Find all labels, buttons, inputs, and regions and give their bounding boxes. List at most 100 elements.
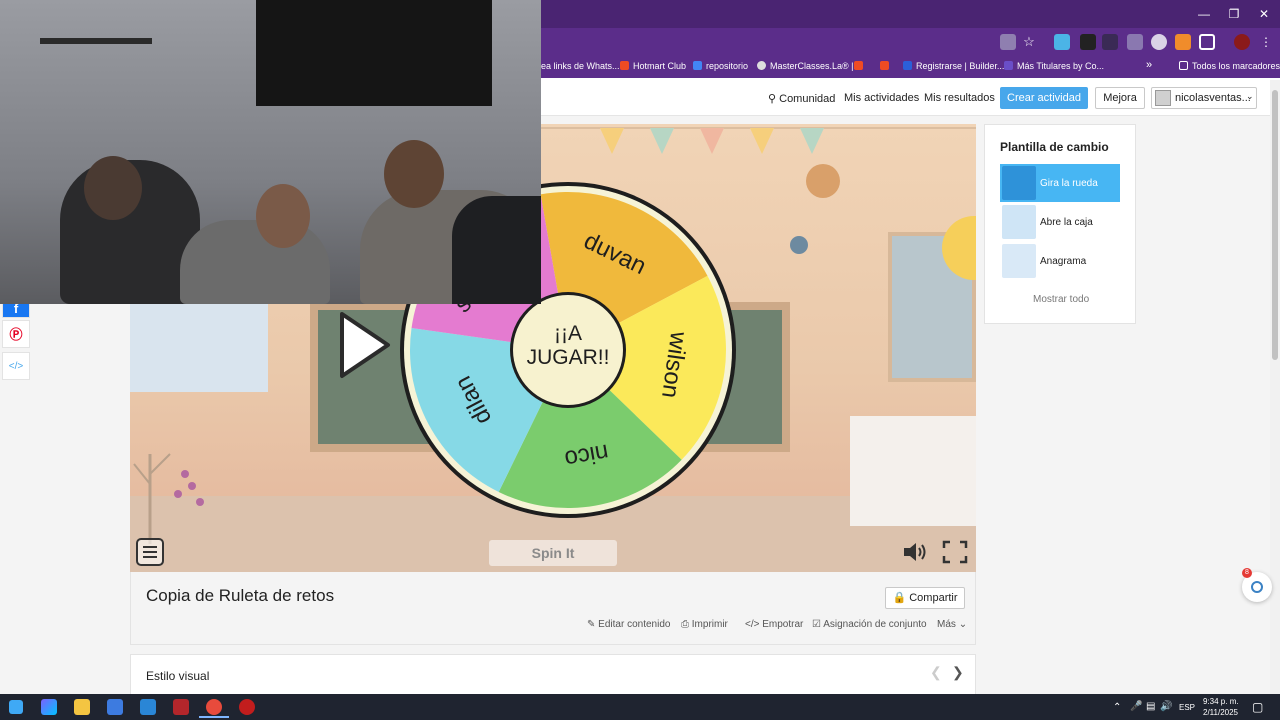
extensions-puzzle-icon[interactable] — [1199, 34, 1215, 50]
app-icon[interactable] — [239, 699, 255, 715]
chevron-down-icon: ⌄ — [958, 619, 968, 630]
star-icon[interactable]: ☆ — [1021, 34, 1037, 50]
menu-icon[interactable] — [136, 538, 164, 566]
bookmark-item[interactable]: MasterClasses.La® |... — [757, 61, 861, 71]
bookmark-item[interactable]: ea links de Whats... — [541, 61, 620, 71]
create-activity-button[interactable]: Crear actividad — [1000, 87, 1088, 109]
chat-icon — [1251, 581, 1263, 593]
more-link[interactable]: Más ⌄ — [937, 619, 967, 630]
template-item-anagram[interactable]: Anagrama — [1000, 242, 1120, 280]
nav-my-activities[interactable]: Mis actividades — [844, 92, 919, 104]
copilot-icon[interactable] — [41, 699, 57, 715]
activity-info-panel — [130, 572, 976, 645]
box-template-icon — [1002, 205, 1036, 239]
bookmark-item[interactable]: repositorio — [693, 61, 748, 71]
template-item-open-box[interactable]: Abre la caja — [1000, 203, 1120, 241]
wheel-template-icon — [1002, 166, 1036, 200]
bookmark-item[interactable]: Más Titulares by Co... — [1004, 61, 1104, 71]
profile-avatar-icon[interactable] — [1234, 34, 1250, 50]
folder-icon — [1179, 61, 1188, 70]
bookmark-icon-only[interactable] — [880, 61, 893, 71]
edit-content-link[interactable]: ✎ Editar contenido — [587, 619, 670, 630]
extension-icon[interactable] — [1151, 34, 1167, 50]
chevron-left-icon[interactable]: ❮ — [930, 664, 942, 681]
activity-title: Copia de Ruleta de retos — [146, 586, 335, 605]
wall-tv — [256, 0, 492, 106]
bookmark-item[interactable]: Registrarse | Builder... — [903, 61, 1004, 71]
notifications-icon[interactable]: ▢ — [1252, 700, 1263, 714]
spin-button[interactable]: Spin It — [489, 540, 617, 566]
chrome-icon[interactable] — [206, 699, 222, 715]
hotmart-icon — [854, 61, 863, 70]
fullscreen-icon[interactable] — [942, 540, 968, 564]
nav-community[interactable]: ⚲ Comunidad — [768, 92, 835, 105]
drive-icon — [693, 61, 702, 70]
volume-icon[interactable] — [902, 540, 928, 564]
clock-date[interactable]: 2/11/2025 — [1203, 708, 1238, 717]
minimize-icon[interactable]: — — [1190, 4, 1218, 24]
nav-my-results[interactable]: Mis resultados — [924, 92, 995, 104]
visual-style-heading: Estilo visual — [146, 669, 210, 683]
world-map-decoration — [130, 300, 268, 392]
store-icon[interactable] — [107, 699, 123, 715]
close-icon[interactable]: ✕ — [1250, 4, 1278, 24]
print-link[interactable]: ⎙ Imprimir — [681, 619, 728, 630]
pinterest-icon[interactable]: Ⓟ — [2, 320, 30, 348]
app-icon[interactable] — [173, 699, 189, 715]
play-icon[interactable] — [336, 310, 392, 380]
assignment-link[interactable]: ☑ Asignación de conjunto — [812, 619, 927, 630]
extension-off-icon[interactable] — [1080, 34, 1096, 50]
translate-icon[interactable] — [1000, 34, 1016, 50]
embed-link[interactable]: </> Empotrar — [745, 619, 803, 630]
chevron-down-icon: ⌄ — [1246, 91, 1254, 101]
person-head — [84, 156, 142, 220]
printer-icon: ⎙ — [681, 619, 689, 630]
extension-icon[interactable] — [1054, 34, 1070, 50]
show-all-link[interactable]: Mostrar todo — [1033, 294, 1089, 305]
template-item-spin-wheel[interactable]: Gira la rueda — [1000, 164, 1120, 202]
person-silhouette — [180, 220, 330, 304]
bookmark-item[interactable]: Hotmart Club — [620, 61, 686, 71]
scrollbar-thumb[interactable] — [1272, 90, 1278, 360]
wheel-center-line1: ¡¡A — [554, 322, 582, 345]
pencil-icon: ✎ — [587, 619, 596, 630]
hotmart-icon — [880, 61, 889, 70]
file-explorer-icon[interactable] — [74, 699, 90, 715]
speaker-icon[interactable]: 🔊 — [1160, 701, 1172, 712]
builder-icon — [903, 61, 912, 70]
restore-icon[interactable]: ❐ — [1220, 4, 1248, 24]
share-button[interactable]: 🔒 Compartir — [885, 587, 965, 609]
person-cap — [452, 196, 541, 304]
visual-style-panel — [130, 654, 976, 694]
windows-taskbar — [0, 694, 1280, 720]
network-icon[interactable]: ▤ — [1146, 701, 1155, 712]
upgrade-button[interactable]: Mejora — [1095, 87, 1145, 109]
extension-icon[interactable] — [1175, 34, 1191, 50]
titulares-icon — [1004, 61, 1013, 70]
chevron-up-icon[interactable]: ⌃ — [1113, 702, 1121, 713]
lock-icon: 🔒 — [892, 592, 907, 604]
input-language[interactable]: ESP — [1179, 703, 1195, 712]
all-bookmarks-folder[interactable]: Todos los marcadores — [1179, 61, 1280, 71]
more-vert-icon[interactable]: ⋮ — [1258, 34, 1274, 50]
masterclass-icon — [757, 61, 766, 70]
search-icon: ⚲ — [768, 93, 777, 105]
checkbox-icon: ☑ — [812, 619, 821, 630]
template-panel-title: Plantilla de cambio — [1000, 140, 1109, 154]
hotmart-icon — [620, 61, 629, 70]
windows-start-icon[interactable] — [9, 700, 23, 714]
embed-code-icon[interactable]: </> — [2, 352, 30, 380]
active-app-indicator — [199, 716, 229, 718]
bookmark-icon-only[interactable] — [854, 61, 867, 71]
chevron-right-icon[interactable]: » — [1146, 59, 1152, 71]
extension-icon[interactable] — [1127, 34, 1143, 50]
user-menu-button[interactable]: nicolasventas... ⌄ — [1151, 87, 1257, 109]
microphone-icon[interactable]: 🎤 — [1130, 701, 1142, 712]
chevron-right-icon[interactable]: ❯ — [952, 664, 964, 681]
planet-decoration — [806, 164, 840, 198]
clock-time[interactable]: 9:34 p. m. — [1203, 697, 1239, 706]
outlook-icon[interactable] — [140, 699, 156, 715]
extension-icon[interactable] — [1102, 34, 1118, 50]
person-head — [384, 140, 444, 208]
wall-shelf — [40, 38, 152, 44]
